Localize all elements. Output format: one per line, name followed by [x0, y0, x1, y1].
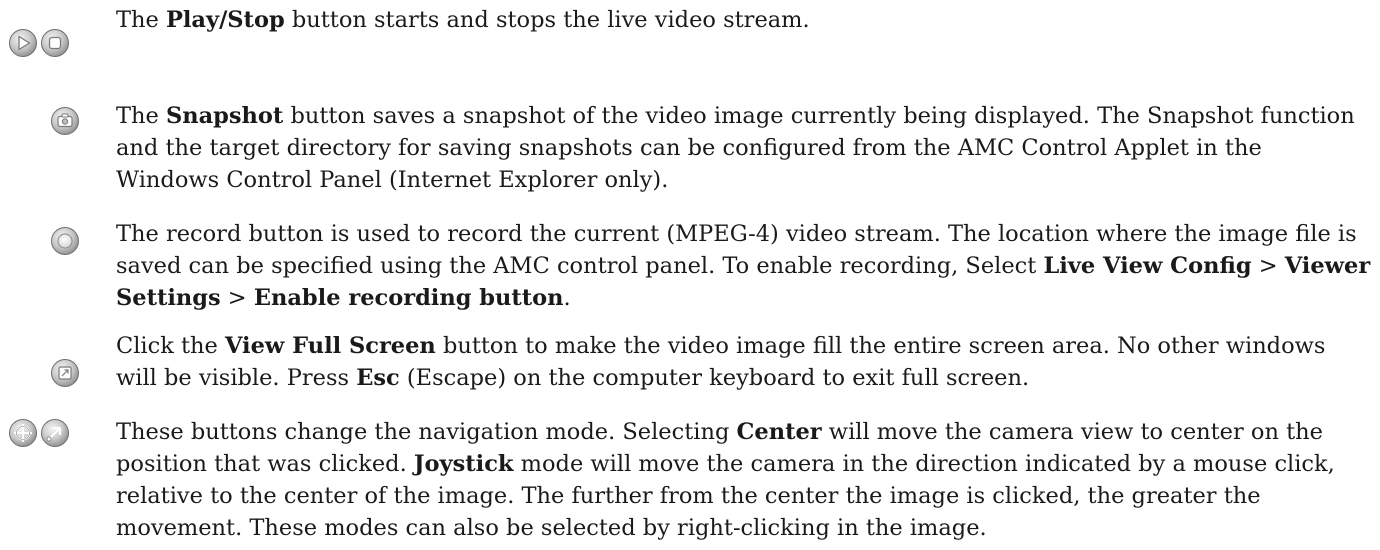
entry-text: The record button is used to record the … — [116, 218, 1372, 314]
entry-play-stop: The Play/Stop button starts and stops th… — [0, 4, 1380, 57]
text-run: > — [1251, 253, 1285, 279]
bold-term: Esc — [356, 365, 400, 391]
text-run: Click the — [116, 333, 225, 359]
entry-navigation-modes: These buttons change the navigation mode… — [0, 416, 1380, 550]
bold-term: View Full Screen — [225, 333, 436, 359]
play-icon — [9, 29, 37, 57]
text-run: . — [563, 285, 571, 311]
entry-text: Click the View Full Screen button to mak… — [116, 330, 1372, 394]
joystick-mode-icon — [41, 419, 69, 447]
text-run: These buttons change the navigation mode… — [116, 419, 737, 445]
entry-record: The record button is used to record the … — [0, 198, 1380, 328]
entry-text: These buttons change the navigation mode… — [116, 416, 1372, 544]
entry-full-screen: Click the View Full Screen button to mak… — [0, 330, 1380, 400]
text-run: button saves a snapshot of the video ima… — [116, 103, 1355, 193]
bold-term: Play/Stop — [165, 7, 285, 33]
text-run: The — [116, 7, 166, 33]
full-screen-icon — [51, 359, 79, 387]
text-run: > — [220, 285, 254, 311]
bold-term: Enable recording button — [253, 285, 564, 311]
text-run: (Escape) on the computer keyboard to exi… — [399, 365, 1030, 391]
stop-icon — [41, 29, 69, 57]
bold-term: Joystick — [413, 451, 514, 477]
snapshot-icon — [51, 107, 79, 135]
entry-text: The Play/Stop button starts and stops th… — [116, 4, 1372, 36]
entry-text: The Snapshot button saves a snapshot of … — [116, 100, 1372, 196]
center-mode-icon — [9, 419, 37, 447]
text-run: button starts and stops the live video s… — [284, 7, 810, 33]
text-run: The — [116, 103, 166, 129]
bold-term: Live View Config — [1043, 253, 1252, 279]
bold-term: Center — [736, 419, 822, 445]
entry-snapshot: The Snapshot button saves a snapshot of … — [0, 58, 1380, 193]
record-icon — [51, 227, 79, 255]
bold-term: Snapshot — [165, 103, 284, 129]
